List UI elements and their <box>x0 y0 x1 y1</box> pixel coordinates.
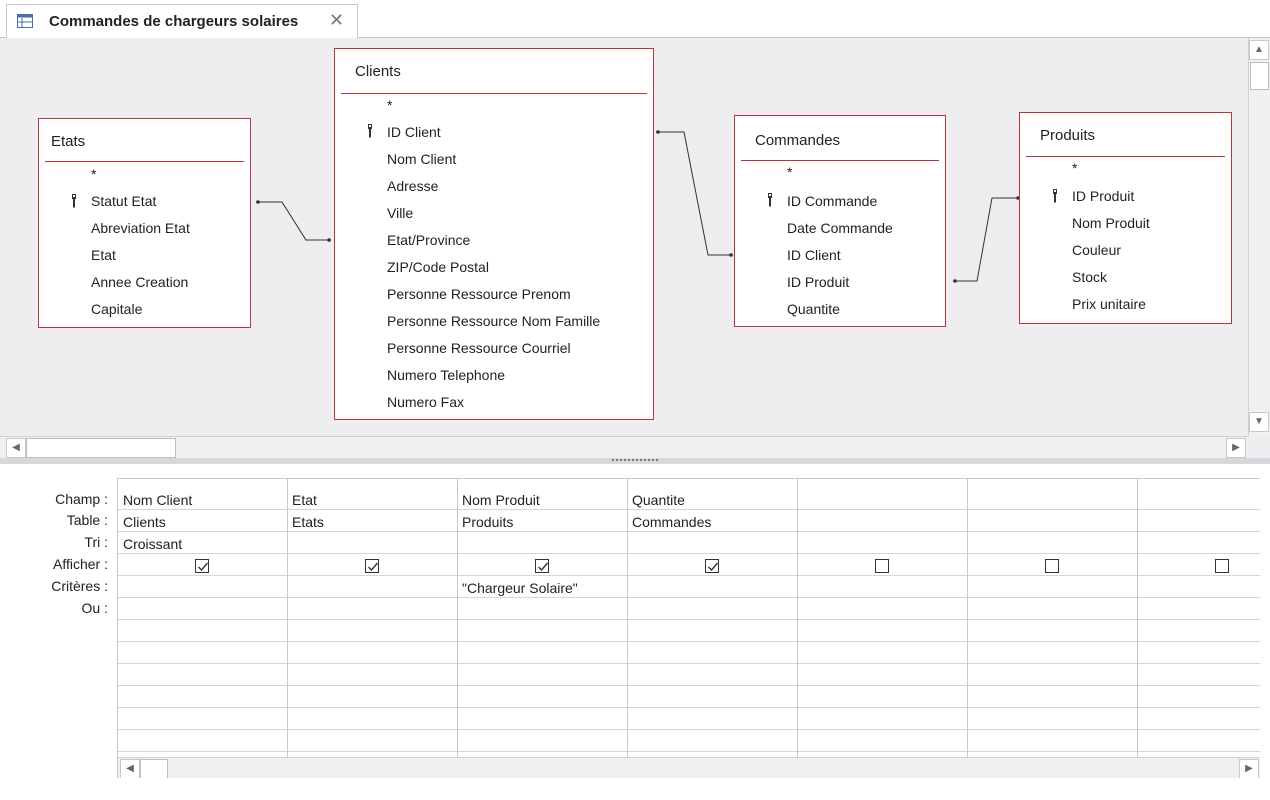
relationship-line-commandes-produits <box>953 197 1020 282</box>
field-numero-telephone[interactable]: Numero Telephone <box>387 367 505 383</box>
field-nom-produit[interactable]: Nom Produit <box>1072 215 1150 231</box>
relationship-line-clients-commandes <box>656 131 733 256</box>
row-label-ou: Ou : <box>81 600 108 616</box>
field-stock[interactable]: Stock <box>1072 269 1107 285</box>
diagram-vertical-scrollbar[interactable]: ▲ ▼ <box>1248 38 1270 436</box>
grid-cell-table-4[interactable]: Commandes <box>632 514 711 530</box>
scroll-right-arrow-icon[interactable]: ▶ <box>1239 759 1259 778</box>
table-produits[interactable]: Produits * ID Produit Nom Produit Couleu… <box>1019 112 1232 324</box>
show-checkbox-2[interactable] <box>365 559 379 573</box>
field-id-client[interactable]: ID Client <box>387 124 441 140</box>
horizontal-scroll-thumb[interactable] <box>26 438 176 458</box>
scroll-down-arrow-icon[interactable]: ▼ <box>1249 412 1269 432</box>
grid-cell-champ-2[interactable]: Etat <box>292 492 317 508</box>
field-zip-code-postal[interactable]: ZIP/Code Postal <box>387 259 489 275</box>
grid-horizontal-scroll-thumb[interactable] <box>140 759 168 778</box>
table-etats[interactable]: Etats * Statut Etat Abreviation Etat Eta… <box>38 118 251 328</box>
show-checkbox-7[interactable] <box>1215 559 1229 573</box>
grid-cell-table-1[interactable]: Clients <box>123 514 166 530</box>
field-annee-creation[interactable]: Annee Creation <box>91 274 188 290</box>
table-title[interactable]: Commandes <box>755 132 840 149</box>
field-all[interactable]: * <box>787 164 792 180</box>
field-nom-client[interactable]: Nom Client <box>387 151 456 167</box>
primary-key-icon <box>72 194 76 208</box>
scroll-right-arrow-icon[interactable]: ▶ <box>1226 438 1246 458</box>
grid-cell-champ-3[interactable]: Nom Produit <box>462 492 540 508</box>
table-title[interactable]: Etats <box>51 133 85 150</box>
primary-key-icon <box>368 124 372 138</box>
document-tab-strip: Commandes de chargeurs solaires ✕ <box>0 0 1270 38</box>
field-id-commande[interactable]: ID Commande <box>787 193 877 209</box>
field-ville[interactable]: Ville <box>387 205 413 221</box>
tab-title: Commandes de chargeurs solaires <box>49 13 299 30</box>
field-adresse[interactable]: Adresse <box>387 178 438 194</box>
field-personne-ressource-nom-famille[interactable]: Personne Ressource Nom Famille <box>387 313 600 329</box>
row-label-table: Table : <box>66 512 108 528</box>
field-personne-ressource-courriel[interactable]: Personne Ressource Courriel <box>387 340 571 356</box>
grid-horizontal-scrollbar[interactable]: ◀ ▶ <box>118 757 1260 778</box>
show-checkbox-1[interactable] <box>195 559 209 573</box>
field-all[interactable]: * <box>91 166 96 182</box>
show-checkbox-4[interactable] <box>705 559 719 573</box>
field-capitale[interactable]: Capitale <box>91 301 142 317</box>
query-design-icon <box>17 14 33 28</box>
table-commandes[interactable]: Commandes * ID Commande Date Commande ID… <box>734 115 946 327</box>
field-all[interactable]: * <box>387 97 392 113</box>
diagram-horizontal-scrollbar[interactable]: ◀ ▶ <box>0 436 1248 458</box>
field-couleur[interactable]: Couleur <box>1072 242 1121 258</box>
table-title[interactable]: Produits <box>1040 127 1095 144</box>
table-title[interactable]: Clients <box>355 63 401 80</box>
vertical-scroll-thumb[interactable] <box>1250 62 1269 90</box>
field-id-produit[interactable]: ID Produit <box>787 274 849 290</box>
grid-cell-table-2[interactable]: Etats <box>292 514 324 530</box>
grid-cell-champ-4[interactable]: Quantite <box>632 492 685 508</box>
primary-key-icon <box>1053 189 1057 203</box>
field-etat[interactable]: Etat <box>91 247 116 263</box>
grid-cell-criteres-3[interactable]: "Chargeur Solaire" <box>462 580 578 596</box>
scroll-left-arrow-icon[interactable]: ◀ <box>120 759 140 778</box>
scroll-left-arrow-icon[interactable]: ◀ <box>6 438 26 458</box>
field-etat-province[interactable]: Etat/Province <box>387 232 470 248</box>
splitter-grip-icon[interactable] <box>612 459 658 462</box>
grid-cell-tri-1[interactable]: Croissant <box>123 536 182 552</box>
grid-cell-table-3[interactable]: Produits <box>462 514 513 530</box>
query-design-grid-pane: Champ : Table : Tri : Afficher : Critère… <box>0 464 1270 800</box>
field-abreviation-etat[interactable]: Abreviation Etat <box>91 220 190 236</box>
row-label-afficher: Afficher : <box>53 556 108 572</box>
field-quantite[interactable]: Quantite <box>787 301 840 317</box>
show-checkbox-3[interactable] <box>535 559 549 573</box>
field-numero-fax[interactable]: Numero Fax <box>387 394 464 410</box>
field-id-produit[interactable]: ID Produit <box>1072 188 1134 204</box>
row-label-criteres: Critères : <box>51 578 108 594</box>
row-label-tri: Tri : <box>84 534 108 550</box>
close-icon[interactable]: ✕ <box>329 11 344 29</box>
field-statut-etat[interactable]: Statut Etat <box>91 193 156 209</box>
primary-key-icon <box>768 193 772 207</box>
field-date-commande[interactable]: Date Commande <box>787 220 893 236</box>
field-prix-unitaire[interactable]: Prix unitaire <box>1072 296 1146 312</box>
table-clients[interactable]: Clients * ID Client Nom Client Adresse V… <box>334 48 654 420</box>
show-checkbox-5[interactable] <box>875 559 889 573</box>
query-tab[interactable]: Commandes de chargeurs solaires ✕ <box>6 4 358 38</box>
show-checkbox-6[interactable] <box>1045 559 1059 573</box>
table-diagram-pane: Etats * Statut Etat Abreviation Etat Eta… <box>0 38 1270 458</box>
grid-cell-champ-1[interactable]: Nom Client <box>123 492 192 508</box>
row-label-champ: Champ : <box>55 491 108 507</box>
field-all[interactable]: * <box>1072 160 1077 176</box>
field-id-client[interactable]: ID Client <box>787 247 841 263</box>
field-personne-ressource-prenom[interactable]: Personne Ressource Prenom <box>387 286 571 302</box>
scroll-up-arrow-icon[interactable]: ▲ <box>1249 40 1269 60</box>
relationship-line-etats-clients <box>256 201 331 241</box>
design-grid[interactable]: Nom Client Clients Croissant Etat Etats … <box>117 478 1260 778</box>
